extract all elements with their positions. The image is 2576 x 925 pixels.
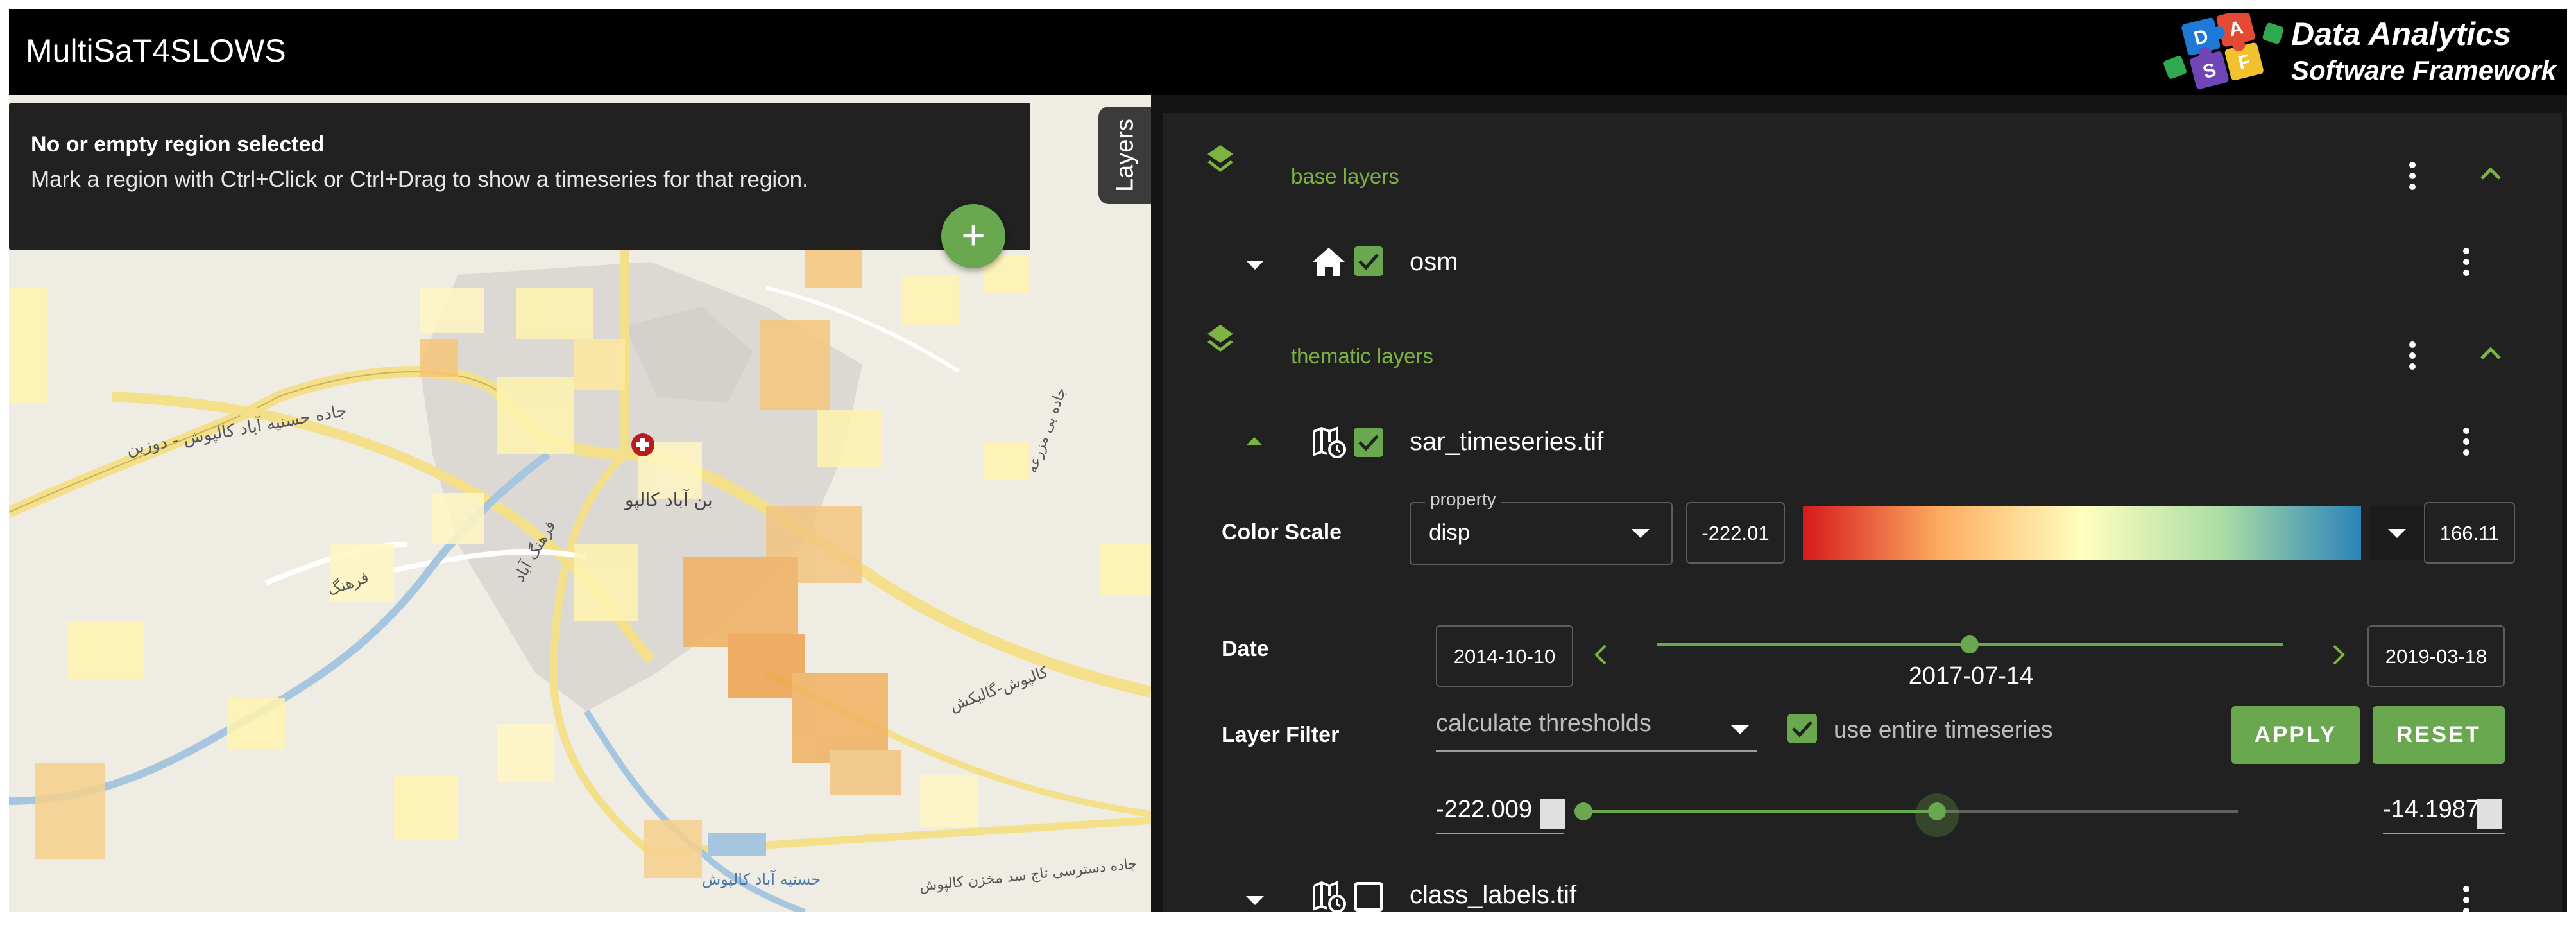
brand-name-line1: Data Analytics [2291, 16, 2511, 52]
caret-down-icon [1731, 725, 1749, 734]
base-layers-menu-button[interactable] [2407, 158, 2418, 196]
layer-filter-label: Layer Filter [1222, 723, 1340, 747]
checkmark-icon [1792, 721, 1813, 738]
date-end-value[interactable]: 2019-03-18 [2367, 625, 2505, 687]
class-expand-caret-icon[interactable] [1246, 896, 1264, 905]
checkmark-icon [1358, 254, 1379, 270]
chevron-right-icon[interactable] [2332, 643, 2347, 666]
map-label-road-east: کالپوش-گالیکش [947, 662, 1050, 715]
map-label-reservoir: حسنیه آباد کالپوش [702, 870, 821, 888]
class-layer-name: class_labels.tif [1410, 881, 1577, 909]
date-current-value: 2017-07-14 [1908, 662, 2034, 689]
map-label-farm-road: جاده بی مزرعه [1024, 385, 1070, 475]
date-start-value[interactable]: 2014-10-10 [1436, 625, 1573, 687]
thematic-layers-collapse-chevron-icon[interactable] [2479, 345, 2502, 361]
use-entire-timeseries-label: use entire timeseries [1834, 716, 2053, 743]
region-info-card: No or empty region selected Mark a regio… [9, 103, 1030, 250]
add-region-button[interactable]: + [941, 204, 1005, 268]
region-status-title: No or empty region selected [31, 132, 325, 157]
class-visibility-checkbox[interactable] [1354, 882, 1383, 912]
osm-expand-caret-icon[interactable] [1246, 261, 1264, 270]
raster-timeseries-icon [1313, 881, 1346, 912]
layers-tab-label: Layers [1111, 118, 1139, 193]
sar-collapse-caret-icon[interactable] [1245, 435, 1264, 447]
use-entire-timeseries-checkbox[interactable] [1787, 714, 1817, 743]
threshold-max-spinner[interactable] [2477, 799, 2502, 829]
property-select-legend: property [1425, 489, 1501, 510]
sar-layer-name: sar_timeseries.tif [1410, 428, 1604, 456]
reset-button[interactable]: RESET [2373, 706, 2505, 764]
filter-mode-value: calculate thresholds [1436, 710, 1651, 737]
raster-timeseries-icon [1313, 426, 1346, 458]
caret-down-icon [2388, 529, 2406, 538]
app-bar: MultiSaT4SLOWS D A S F Data Analytics So… [9, 9, 2567, 95]
date-label: Date [1222, 637, 1269, 661]
base-layers-collapse-chevron-icon[interactable] [2479, 166, 2502, 181]
date-slider-thumb[interactable] [1961, 635, 1979, 653]
plus-icon: + [961, 212, 985, 258]
checkmark-icon [1358, 435, 1379, 451]
property-select-value: disp [1429, 520, 1471, 545]
color-scale-min-value[interactable]: -222.01 [1686, 502, 1785, 564]
thematic-layers-label: thematic layers [1291, 344, 1433, 368]
color-scale-label: Color Scale [1222, 520, 1342, 544]
sar-layer-menu-button[interactable] [2461, 424, 2471, 462]
property-select[interactable]: property disp [1410, 489, 1673, 565]
sar-visibility-checkbox[interactable] [1354, 428, 1383, 457]
threshold-min-spinner[interactable] [1540, 799, 1565, 829]
brand-name-line2: Software Framework [2291, 55, 2557, 85]
layers-tab-toggle[interactable]: Layers [1098, 107, 1152, 204]
osm-layer-name: osm [1410, 248, 1458, 276]
threshold-range-track[interactable] [1583, 810, 1937, 813]
threshold-min-value: -222.009 [1436, 796, 1533, 823]
map-label-dam-road: جاده دسترسی تاج سد مخزن کالپوش [919, 856, 1138, 895]
region-hint-text: Mark a region with Ctrl+Click or Ctrl+Dr… [31, 167, 808, 192]
brand-logo: D A S F Data Analytics Software Framewor… [2163, 12, 2556, 92]
threshold-min-thumb[interactable] [1574, 802, 1592, 820]
osm-layer-menu-button[interactable] [2461, 244, 2471, 282]
filter-mode-select[interactable]: calculate thresholds [1436, 710, 1757, 752]
color-scale-max-value[interactable]: 166.11 [2424, 502, 2515, 564]
class-layer-menu-button[interactable] [2461, 882, 2471, 912]
layers-stack-icon [1207, 145, 1233, 172]
layers-stack-icon [1207, 325, 1233, 352]
threshold-max-thumb[interactable] [1927, 802, 1946, 820]
apply-button[interactable]: APPLY [2231, 706, 2360, 764]
thematic-layers-menu-button[interactable] [2407, 338, 2418, 376]
caret-down-icon [1632, 529, 1650, 538]
home-icon [1313, 248, 1345, 276]
threshold-max-value: -14.1987 [2383, 796, 2480, 823]
chevron-left-icon[interactable] [1592, 643, 1608, 666]
layers-panel: base layers osm thematic layers sar_time… [1163, 113, 2562, 912]
app-title: MultiSaT4SLOWS [26, 33, 286, 69]
osm-visibility-checkbox[interactable] [1354, 246, 1383, 276]
map-label-village: بن آباد کالپو [624, 489, 713, 510]
colormap-gradient-bar [1803, 506, 2361, 560]
puzzle-logo-icon: D A S F [2163, 13, 2284, 89]
colormap-select-button[interactable] [2369, 506, 2427, 560]
base-layers-label: base layers [1291, 164, 1399, 188]
